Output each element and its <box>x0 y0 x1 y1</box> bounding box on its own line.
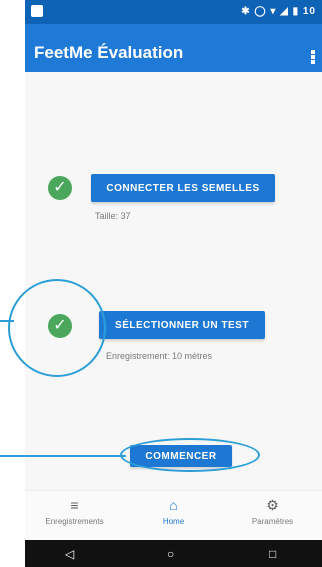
app-title: FeetMe Évaluation <box>34 43 184 62</box>
callout-line <box>0 320 14 322</box>
select-test-row: ✓ SÉLECTIONNER UN TEST Enregistrement: 1… <box>25 311 322 391</box>
recording-caption: Enregistrement: 10 mètres <box>106 351 213 361</box>
bottom-navigation: ≡ Enregistrements ⌂ Home ⚙ Paramètres <box>25 490 322 541</box>
nav-recordings[interactable]: ≡ Enregistrements <box>25 497 124 526</box>
notification-icon <box>31 5 43 17</box>
phone-screen: ✱ ◯ ▾ ◢ ▮ 10 FeetMe Évaluation ✓ CONNECT… <box>25 0 322 567</box>
home-icon: ⌂ <box>169 497 178 513</box>
app-bar: FeetMe Évaluation <box>25 24 322 72</box>
clock-text: 10 <box>302 6 316 17</box>
status-icons: ✱ ◯ ▾ ◢ ▮ 10 <box>241 6 316 17</box>
start-button[interactable]: COMMENCER <box>130 445 232 467</box>
connect-row: ✓ CONNECTER LES SEMELLES Taille: 37 <box>25 174 322 254</box>
nav-label: Paramètres <box>251 517 294 526</box>
recent-apps-icon[interactable]: □ <box>269 547 276 561</box>
nav-label: Home <box>162 517 185 526</box>
checkmark-icon: ✓ <box>48 176 72 200</box>
select-test-button[interactable]: SÉLECTIONNER UN TEST <box>99 311 265 339</box>
android-navigation-bar: ◁ ○ □ <box>25 540 322 567</box>
circle-home-icon[interactable]: ○ <box>167 547 174 561</box>
size-caption: Taille: 37 <box>95 211 131 221</box>
gear-icon: ⚙ <box>266 497 279 513</box>
callout-line <box>0 455 126 457</box>
signal-icons: ✱ ◯ ▾ ◢ ▮ <box>241 6 303 17</box>
nav-label: Enregistrements <box>45 517 104 526</box>
nav-home[interactable]: ⌂ Home <box>124 497 223 526</box>
overflow-menu-icon[interactable] <box>311 49 319 65</box>
checkmark-icon: ✓ <box>48 314 72 338</box>
connect-insoles-button[interactable]: CONNECTER LES SEMELLES <box>91 174 275 202</box>
nav-settings[interactable]: ⚙ Paramètres <box>223 497 322 526</box>
status-bar: ✱ ◯ ▾ ◢ ▮ 10 <box>25 0 322 24</box>
list-icon: ≡ <box>70 497 79 513</box>
back-icon[interactable]: ◁ <box>65 547 74 561</box>
